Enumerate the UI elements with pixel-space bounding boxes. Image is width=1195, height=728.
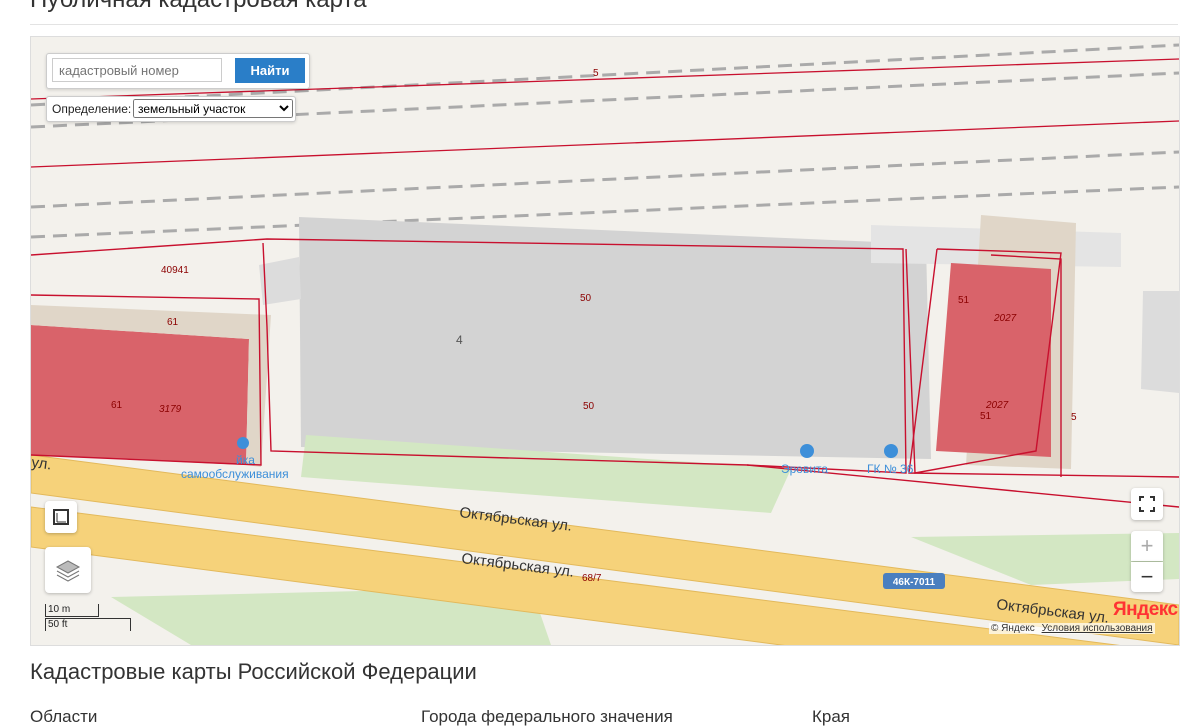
scale-metric: 10 m <box>45 604 99 617</box>
map-canvas[interactable]: 5 40941 61 50 4 50 51 2027 2027 51 5 61 … <box>31 37 1179 645</box>
definition-select[interactable]: земельный участок <box>133 99 293 118</box>
label-4: 4 <box>456 333 463 347</box>
service-poi-icon <box>237 437 249 449</box>
label-50-top: 50 <box>580 293 592 304</box>
poi-gk36[interactable]: ГК № 36 <box>867 462 914 476</box>
region-oblasti-link[interactable]: Области <box>30 707 97 727</box>
zoom-in-button[interactable]: + <box>1131 531 1163 561</box>
label-5-right: 5 <box>1071 412 1077 423</box>
cadastral-search-input[interactable] <box>52 58 222 82</box>
poi-erovita[interactable]: Эровита <box>781 462 828 476</box>
right-building <box>936 263 1051 457</box>
poi-yka[interactable]: йка <box>236 453 255 467</box>
layers-icon <box>55 560 81 582</box>
copyright-text: © Яндекс <box>991 623 1035 634</box>
label-2027-bottom: 2027 <box>985 400 1009 411</box>
fullscreen-button[interactable] <box>1131 488 1163 520</box>
region-federal-cities-link[interactable]: Города федерального значения <box>421 707 673 727</box>
search-panel: Найти <box>46 53 310 89</box>
label-61-left: 61 <box>111 400 123 411</box>
label-2027-top: 2027 <box>993 313 1017 324</box>
label-51-top: 51 <box>958 295 970 306</box>
find-button[interactable]: Найти <box>235 58 305 83</box>
region-kraya-link[interactable]: Края <box>812 707 850 727</box>
divider <box>30 24 1178 25</box>
section-title: Кадастровые карты Российской Федерации <box>30 659 477 684</box>
fullscreen-icon <box>1139 496 1155 512</box>
bus-poi-icon <box>884 444 898 458</box>
label-5-top: 5 <box>593 68 599 79</box>
label-3179: 3179 <box>159 404 182 415</box>
zoom-out-button[interactable]: − <box>1131 562 1163 592</box>
street-label-left: ул. <box>31 454 53 473</box>
yandex-logo-text: Яндекс <box>1113 599 1178 620</box>
shop-poi-icon <box>800 444 814 458</box>
far-right-block <box>1141 291 1179 393</box>
scale-imperial: 50 ft <box>45 618 131 631</box>
map-copyright: © Яндекс Условия использования <box>989 623 1155 634</box>
ruler-icon <box>53 509 69 525</box>
definition-panel: Определение: земельный участок <box>46 96 296 122</box>
map-container[interactable]: 5 40941 61 50 4 50 51 2027 2027 51 5 61 … <box>30 36 1180 646</box>
terms-link[interactable]: Условия использования <box>1042 623 1153 634</box>
layers-button[interactable] <box>45 547 91 593</box>
label-61-top: 61 <box>167 317 179 328</box>
definition-label: Определение: <box>52 102 132 116</box>
label-40941: 40941 <box>161 265 189 276</box>
label-51-bottom: 51 <box>980 411 992 422</box>
page-title: Публичная кадастровая карта <box>30 0 367 14</box>
warehouse-building <box>299 217 931 459</box>
ruler-button[interactable] <box>45 501 77 533</box>
road-badge: 46К-7011 <box>893 577 936 588</box>
yandex-logo[interactable]: Яндекс <box>1113 599 1178 621</box>
poi-self-service[interactable]: самообслуживания <box>181 467 289 481</box>
house-number: 68/7 <box>582 573 602 584</box>
left-building <box>31 325 249 465</box>
label-50-mid: 50 <box>583 401 595 412</box>
